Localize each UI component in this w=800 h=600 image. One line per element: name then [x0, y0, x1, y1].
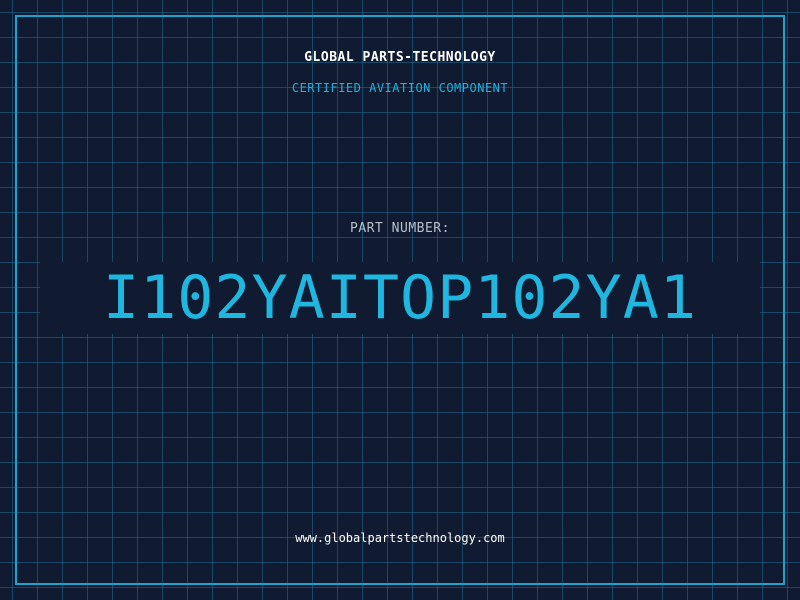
company-name: GLOBAL PARTS-TECHNOLOGY — [304, 50, 496, 65]
certification-tagline: CERTIFIED AVIATION COMPONENT — [291, 81, 509, 95]
website-url: www.globalpartstechnology.com — [295, 531, 505, 545]
part-number-value: I102YAITOP102YA1 — [103, 263, 697, 333]
part-number-label: PART NUMBER: — [350, 221, 450, 236]
part-label-card: GLOBAL PARTS-TECHNOLOGY CERTIFIED AVIATI… — [0, 0, 800, 600]
